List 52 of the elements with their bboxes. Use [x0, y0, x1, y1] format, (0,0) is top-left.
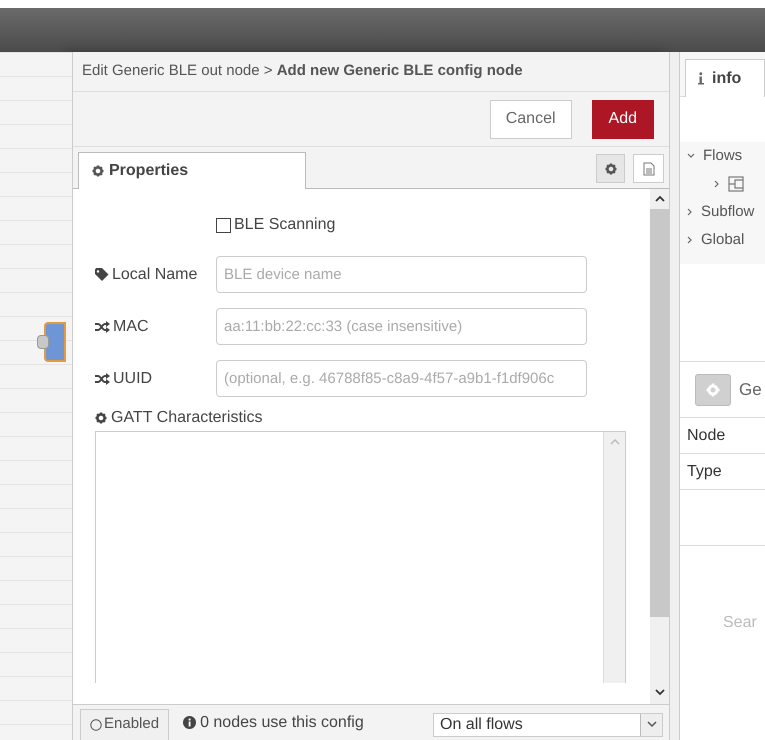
chevron-right-icon: [714, 180, 720, 188]
section-title: Ge: [739, 378, 762, 401]
scope-select[interactable]: On all flows: [433, 712, 663, 736]
properties-tab[interactable]: Properties: [78, 152, 306, 189]
field-label: UUID: [113, 368, 152, 388]
chevron-down-icon: [646, 721, 656, 728]
tree-item[interactable]: Subflow: [701, 200, 754, 224]
circle-icon: [90, 718, 102, 730]
info-icon: [183, 716, 196, 729]
chevron-down-icon: [687, 153, 695, 159]
gear-icon: [95, 412, 107, 424]
info-icon: [698, 72, 704, 85]
info-tab[interactable]: info: [685, 59, 765, 97]
scroll-up-icon: [610, 438, 620, 445]
document-icon: [642, 162, 654, 176]
input-field[interactable]: BLE device name: [216, 256, 587, 293]
input-field[interactable]: (optional, e.g. 46788f85-c8a9-4f57-a9b1-f1df906c: [216, 360, 587, 397]
flow-canvas[interactable]: [0, 52, 72, 740]
checkbox[interactable]: [216, 218, 231, 232]
text-area[interactable]: [95, 431, 626, 683]
field-label: Local Name: [112, 264, 198, 284]
add-button[interactable]: Add: [592, 100, 654, 138]
scrollbar-thumb[interactable]: [650, 209, 669, 617]
input-field[interactable]: aa:11:bb:22:cc:33 (case insensitive): [216, 308, 587, 345]
gear-icon: [604, 162, 616, 174]
gear-icon: [706, 382, 720, 396]
section-label: GATT Characteristics: [111, 408, 262, 428]
scroll-up-icon: [654, 195, 664, 203]
sidebar-splitter[interactable]: [670, 52, 680, 740]
flow-node[interactable]: [44, 322, 66, 362]
property-label: Type: [687, 462, 722, 482]
chevron-right-icon: [687, 236, 693, 244]
dialog-title: Edit Generic BLE out node > Add new Generic BLE config node: [82, 61, 523, 82]
enabled-toggle[interactable]: Enabled: [80, 708, 170, 740]
shuffle-icon: [95, 320, 110, 332]
search-hint: Sear: [723, 613, 757, 633]
chevron-right-icon: [687, 208, 693, 216]
tag-icon: [95, 268, 109, 281]
node-port[interactable]: [37, 335, 49, 349]
field-label: MAC: [113, 316, 149, 336]
property-label: Node: [687, 426, 726, 446]
settings-button[interactable]: [596, 154, 625, 183]
checkbox-label: BLE Scanning: [234, 215, 336, 235]
scroll-down-icon: [654, 688, 664, 696]
flow-icon: [728, 176, 744, 192]
shuffle-icon: [95, 372, 110, 384]
tree-item[interactable]: Global: [701, 228, 744, 252]
gear-icon: [92, 165, 104, 177]
cancel-button[interactable]: Cancel: [490, 100, 572, 138]
description-button[interactable]: [633, 154, 664, 183]
tree-item[interactable]: Flows: [703, 144, 742, 168]
usage-text: 0 nodes use this config: [200, 712, 364, 732]
